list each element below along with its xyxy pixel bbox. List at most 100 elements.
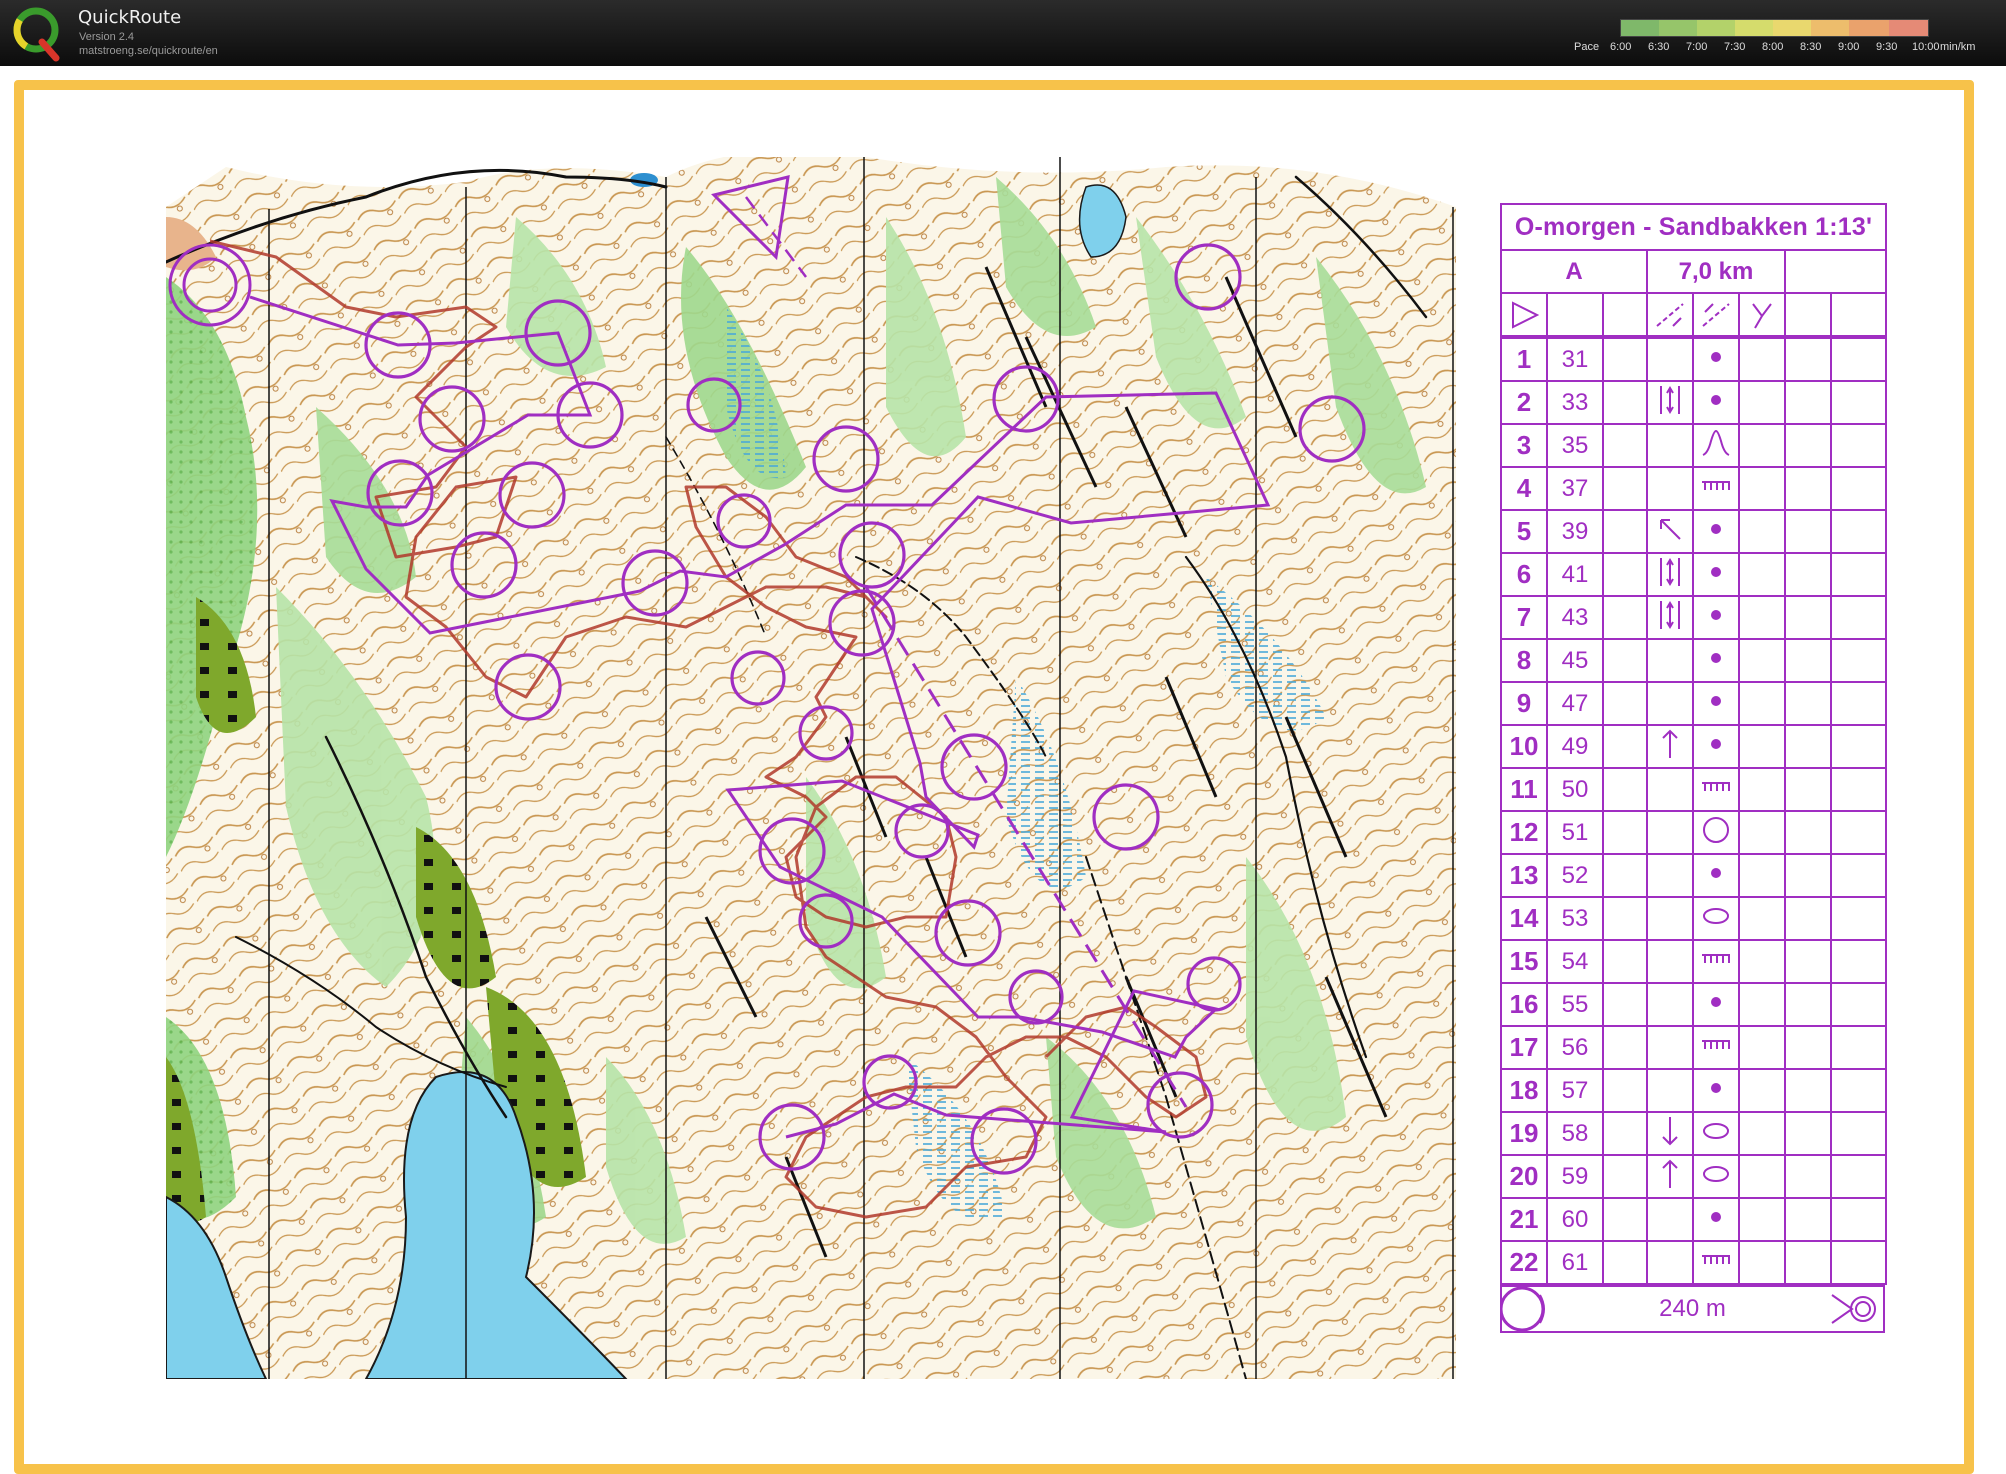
control-description-sheet: O-morgen - Sandbakken 1:13' A 7,0 km 1 3… [1499, 203, 1888, 1375]
control-code: 61 [1546, 1240, 1604, 1285]
path-crossing-icon [1646, 292, 1694, 337]
orienteering-map[interactable] [166, 157, 1456, 1379]
control-col-c [1602, 423, 1648, 468]
control-col-f [1738, 552, 1786, 597]
dot-icon [1692, 552, 1740, 597]
pace-color-bar [1620, 19, 1929, 37]
control-col-f [1738, 638, 1786, 683]
control-col-d [1646, 767, 1694, 812]
control-col-f [1738, 1197, 1786, 1242]
between-lines-icon [1646, 380, 1694, 425]
control-col-g [1784, 1154, 1832, 1199]
control-number: 5 [1500, 509, 1548, 554]
control-col-f [1738, 939, 1786, 984]
control-col-d [1646, 638, 1694, 683]
control-row: 9 47 [1500, 681, 1887, 726]
control-col-c [1602, 1154, 1648, 1199]
pace-tick: 9:30 [1876, 41, 1898, 53]
control-col-f [1738, 423, 1786, 468]
control-number: 4 [1500, 466, 1548, 511]
control-col-f [1738, 724, 1786, 769]
control-col-f [1738, 896, 1786, 941]
control-number: 14 [1500, 896, 1548, 941]
control-number: 9 [1500, 681, 1548, 726]
control-row: 21 60 [1500, 1197, 1887, 1242]
control-code: 45 [1546, 638, 1604, 683]
start-cell [1546, 292, 1604, 337]
course-climb [1783, 249, 1888, 294]
pace-tick: 8:00 [1762, 41, 1784, 53]
control-number: 3 [1500, 423, 1548, 468]
control-col-g [1784, 509, 1832, 554]
pace-tick: 9:00 [1838, 41, 1860, 53]
control-row: 6 41 [1500, 552, 1887, 597]
control-col-h [1830, 982, 1887, 1027]
control-number: 11 [1500, 767, 1548, 812]
control-description-table: O-morgen - Sandbakken 1:13' A 7,0 km [1499, 203, 1888, 337]
control-code: 54 [1546, 939, 1604, 984]
dot-icon [1692, 638, 1740, 683]
map-canvas[interactable] [166, 157, 1456, 1379]
control-code: 43 [1546, 595, 1604, 640]
control-col-c [1602, 1025, 1648, 1070]
cliff-icon [1692, 1240, 1740, 1285]
control-col-g [1784, 810, 1832, 855]
control-number: 6 [1500, 552, 1548, 597]
cliff-icon [1692, 1025, 1740, 1070]
control-col-h [1830, 1240, 1887, 1285]
control-col-f [1738, 595, 1786, 640]
dot-icon [1692, 1068, 1740, 1113]
control-row: 1 31 [1500, 337, 1887, 382]
control-number: 19 [1500, 1111, 1548, 1156]
control-col-h [1830, 853, 1887, 898]
start-cell [1602, 292, 1648, 337]
control-col-h [1830, 380, 1887, 425]
control-col-d [1646, 810, 1694, 855]
control-col-c [1602, 1240, 1648, 1285]
control-number: 18 [1500, 1068, 1548, 1113]
pace-unit: min/km [1940, 41, 1976, 53]
course-title: O-morgen - Sandbakken 1:13' [1499, 203, 1888, 251]
control-col-c [1602, 810, 1648, 855]
control-code: 49 [1546, 724, 1604, 769]
control-col-g [1784, 767, 1832, 812]
app-url[interactable]: matstroeng.se/quickroute/en [79, 45, 218, 57]
control-number: 22 [1500, 1240, 1548, 1285]
control-col-d [1646, 681, 1694, 726]
control-col-h [1830, 595, 1887, 640]
control-col-h [1830, 1068, 1887, 1113]
control-number: 15 [1500, 939, 1548, 984]
control-code: 57 [1546, 1068, 1604, 1113]
control-number: 2 [1500, 380, 1548, 425]
between-lines-icon [1646, 552, 1694, 597]
control-row: 3 35 [1500, 423, 1887, 468]
control-col-d [1646, 1240, 1694, 1285]
control-col-d [1646, 1025, 1694, 1070]
circle-icon [1692, 810, 1740, 855]
control-col-d [1646, 337, 1694, 382]
control-col-h [1830, 1111, 1887, 1156]
dot-icon [1692, 724, 1740, 769]
control-rows: 1 31 2 33 3 35 4 37 5 39 6 41 7 43 8 45 9 47 10 49 11 50 12 51 1… [1500, 337, 1887, 1285]
control-row: 5 39 [1500, 509, 1887, 554]
title-bar: QuickRoute Version 2.4 matstroeng.se/qui… [0, 0, 2006, 66]
control-col-h [1830, 509, 1887, 554]
control-number: 1 [1500, 337, 1548, 382]
control-number: 16 [1500, 982, 1548, 1027]
control-col-d [1646, 1068, 1694, 1113]
control-col-h [1830, 1197, 1887, 1242]
pace-tick: 7:00 [1686, 41, 1708, 53]
control-row: 4 37 [1500, 466, 1887, 511]
arrow-s-icon [1646, 1111, 1694, 1156]
control-col-g [1784, 1068, 1832, 1113]
between-lines-icon [1646, 595, 1694, 640]
control-col-f [1738, 1240, 1786, 1285]
control-row: 14 53 [1500, 896, 1887, 941]
control-col-c [1602, 1197, 1648, 1242]
control-code: 39 [1546, 509, 1604, 554]
control-code: 35 [1546, 423, 1604, 468]
control-col-f [1738, 1154, 1786, 1199]
control-col-f [1738, 810, 1786, 855]
app-name: QuickRoute [78, 7, 182, 28]
control-col-f [1738, 1068, 1786, 1113]
